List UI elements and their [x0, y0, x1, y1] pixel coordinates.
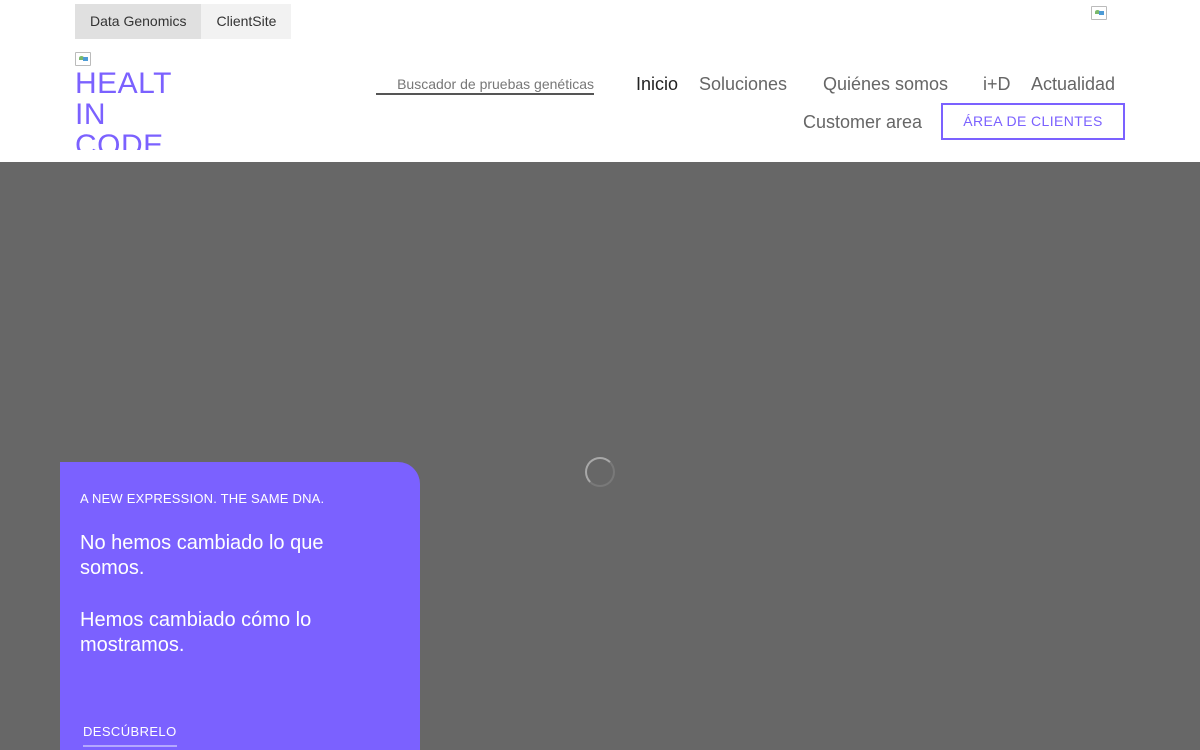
hero-banner: A NEW EXPRESSION. THE SAME DNA. No hemos…	[0, 162, 1200, 750]
logo-alt-text: HEALT IN CODE	[75, 67, 172, 150]
hero-eyebrow: A NEW EXPRESSION. THE SAME DNA.	[80, 491, 325, 506]
nav-item-id[interactable]: i+D	[983, 73, 1011, 95]
nav-item-inicio[interactable]: Inicio	[636, 73, 678, 95]
nav-item-actualidad[interactable]: Actualidad	[1031, 73, 1115, 95]
top-site-tabs: Data Genomics ClientSite	[75, 4, 292, 39]
search-input[interactable]: Buscador de pruebas genéticas	[376, 76, 594, 95]
nav-item-customer-area[interactable]: Customer area	[803, 111, 922, 133]
hero-paragraph-1: No hemos cambiado lo que somos.	[80, 532, 324, 579]
language-flag[interactable]	[1091, 6, 1107, 20]
broken-image-icon	[1091, 6, 1107, 20]
nav-item-soluciones[interactable]: Soluciones	[699, 73, 787, 95]
discover-link[interactable]: DESCÚBRELO	[83, 724, 177, 747]
logo[interactable]: HEALT IN CODE	[75, 52, 185, 150]
spinner-icon	[585, 457, 615, 487]
tab-data-genomics[interactable]: Data Genomics	[75, 4, 202, 39]
hero-paragraph-2: Hemos cambiado cómo lo mostramos.	[80, 609, 312, 656]
tab-clientsite[interactable]: ClientSite	[201, 4, 292, 39]
broken-image-icon	[75, 52, 91, 66]
client-area-button[interactable]: ÁREA DE CLIENTES	[941, 103, 1125, 140]
nav-item-quienes-somos[interactable]: Quiénes somos	[823, 73, 948, 95]
hero-card: A NEW EXPRESSION. THE SAME DNA. No hemos…	[60, 462, 420, 750]
